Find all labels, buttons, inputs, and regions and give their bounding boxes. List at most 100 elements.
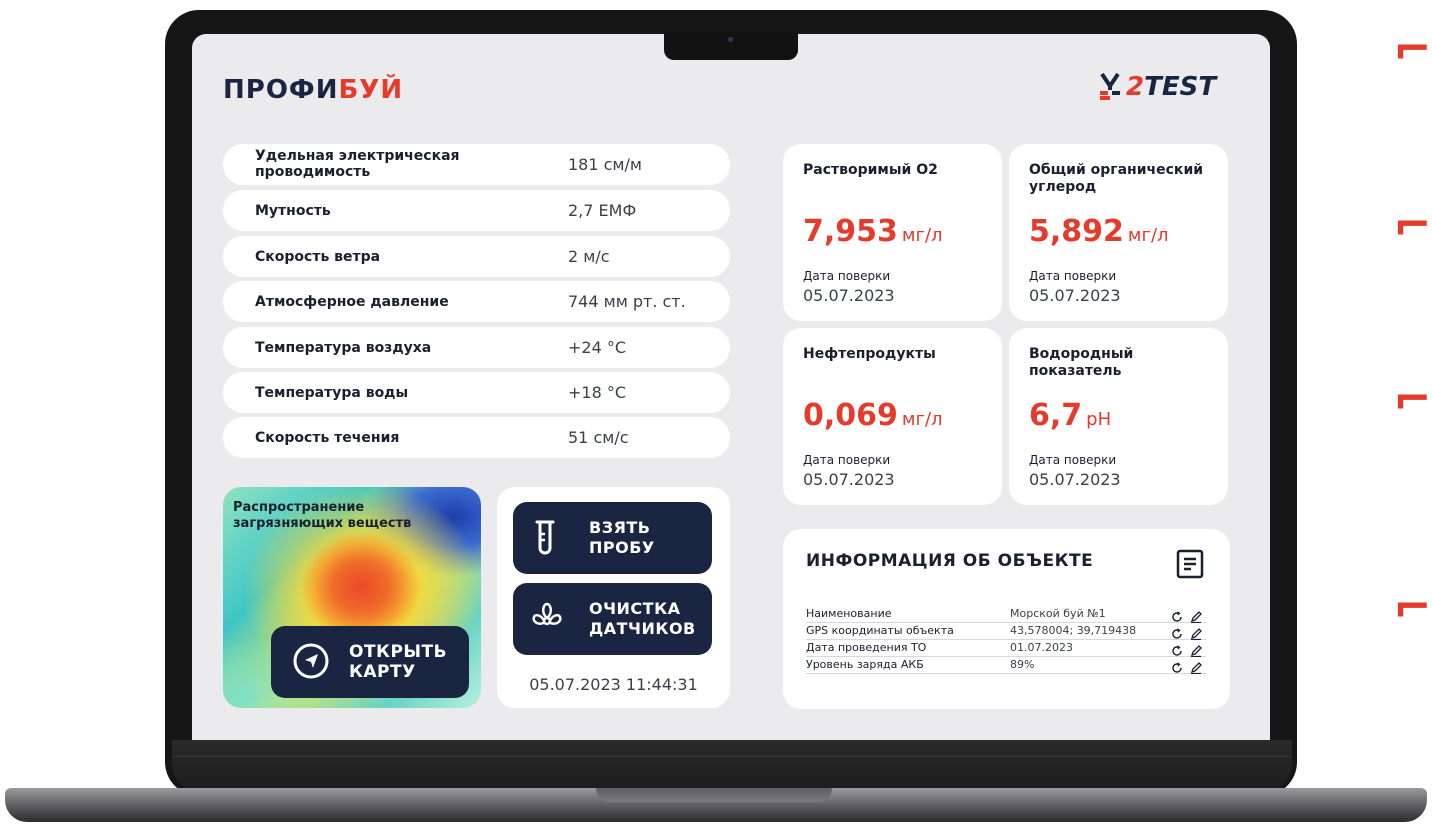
logo-mark-icon <box>1098 72 1122 102</box>
calibration-date: 05.07.2023 <box>803 470 895 489</box>
decor-mark-3: ⌐ <box>1393 372 1432 426</box>
param-value: 744 мм рт. ст. <box>568 292 686 311</box>
sensor-unit: мг/л <box>901 409 943 430</box>
sensor-card-oil-products: Нефтепродукты 0,069 мг/л Дата поверки 05.… <box>783 328 1002 505</box>
sensor-unit: pH <box>1086 409 1112 430</box>
laptop-base-notch <box>596 788 832 802</box>
param-label: Мутность <box>255 203 331 219</box>
calibration-label: Дата поверки <box>803 269 891 283</box>
param-label: Температура воздуха <box>255 340 432 356</box>
param-label: Атмосферное давление <box>255 294 449 310</box>
sensor-value: 6,7 pH <box>1029 398 1111 433</box>
sensor-card-ph: Водородный показатель 6,7 pH Дата поверки… <box>1009 328 1228 505</box>
param-value: 51 см/с <box>568 428 629 447</box>
clean-sensors-label: ОЧИСТКА ДАТЧИКОВ <box>589 599 696 638</box>
info-value: 01.07.2023 <box>1010 641 1073 654</box>
info-key: Уровень заряда АКБ <box>806 658 924 671</box>
sensor-number: 0,069 <box>803 398 898 433</box>
sensor-unit: мг/л <box>1127 225 1169 246</box>
calibration-label: Дата поверки <box>1029 269 1117 283</box>
open-map-button[interactable]: ОТКРЫТЬ КАРТУ <box>271 626 469 698</box>
refresh-icon[interactable] <box>1171 642 1183 656</box>
param-row-wind-speed: Скорость ветра 2 м/с <box>223 236 730 277</box>
timestamp: 05.07.2023 11:44:31 <box>529 675 698 694</box>
sensor-number: 7,953 <box>803 214 898 249</box>
info-value: Морской буй №1 <box>1010 607 1106 620</box>
sensor-name: Нефтепродукты <box>803 346 936 362</box>
param-row-turbidity: Мутность 2,7 ЕМФ <box>223 190 730 231</box>
param-label: Скорость ветра <box>255 249 381 265</box>
info-key: Наименование <box>806 607 892 620</box>
sensor-number: 5,892 <box>1029 214 1124 249</box>
actions-card: ВЗЯТЬ ПРОБУ ОЧИСТКА ДАТЧИКОВ 05.07.2023 … <box>497 487 730 708</box>
refresh-icon[interactable] <box>1171 659 1183 673</box>
object-info-title: ИНФОРМАЦИЯ ОБ ОБЪЕКТЕ <box>806 551 1094 571</box>
logo-part-1: ПРОФИ <box>223 75 339 105</box>
sensor-value: 7,953 мг/л <box>803 214 943 249</box>
info-key: GPS координаты объекта <box>806 624 954 637</box>
edit-pencil-icon[interactable] <box>1190 608 1202 624</box>
info-row-maintenance-date: Дата проведения ТО 01.07.2023 <box>806 640 1206 658</box>
info-value: 89% <box>1010 658 1035 671</box>
param-label: Скорость течения <box>255 430 400 446</box>
info-value: 43,578004; 39,719438 <box>1010 624 1137 637</box>
calibration-label: Дата поверки <box>803 453 891 467</box>
param-row-air-temp: Температура воздуха +24 °C <box>223 327 730 368</box>
sensor-name: Водородный показатель <box>1029 346 1134 379</box>
sensor-card-toc: Общий органический углерод 5,892 мг/л Дат… <box>1009 144 1228 321</box>
brand-logo-profibuy: ПРОФИБУЙ <box>223 75 403 105</box>
param-row-water-temp: Температура воды +18 °C <box>223 372 730 413</box>
open-map-label: ОТКРЫТЬ КАРТУ <box>349 642 448 682</box>
calibration-date: 05.07.2023 <box>1029 286 1121 305</box>
param-label: Температура воды <box>255 385 409 401</box>
info-row-gps: GPS координаты объекта 43,578004; 39,719… <box>806 623 1206 641</box>
logo-text: 2TEST <box>1126 72 1216 102</box>
edit-pencil-icon[interactable] <box>1190 625 1202 641</box>
calibration-date: 05.07.2023 <box>803 286 895 305</box>
info-row-battery: Уровень заряда АКБ 89% <box>806 657 1206 675</box>
clean-sensors-button[interactable]: ОЧИСТКА ДАТЧИКОВ <box>513 583 712 655</box>
test-tube-icon <box>529 518 565 558</box>
navigation-arrow-icon <box>292 642 330 680</box>
param-value: 181 см/м <box>568 155 642 174</box>
info-key: Дата проведения ТО <box>806 641 927 654</box>
sensor-name: Общий органический углерод <box>1029 162 1204 195</box>
param-value: 2 м/с <box>568 247 610 266</box>
sensor-name: Растворимый О2 <box>803 162 938 178</box>
param-row-pressure: Атмосферное давление 744 мм рт. ст. <box>223 281 730 322</box>
calibration-date: 05.07.2023 <box>1029 470 1121 489</box>
sensor-card-dissolved-o2: Растворимый О2 7,953 мг/л Дата поверки 05… <box>783 144 1002 321</box>
brand-logo-2test: 2TEST <box>1098 72 1216 102</box>
edit-pencil-icon[interactable] <box>1190 642 1202 658</box>
info-row-name: Наименование Морской буй №1 <box>806 606 1206 624</box>
param-value: +18 °C <box>568 383 627 402</box>
laptop-chin <box>172 740 1292 792</box>
take-sample-button[interactable]: ВЗЯТЬ ПРОБУ <box>513 502 712 574</box>
logo-2: 2 <box>1126 72 1145 102</box>
sensor-number: 6,7 <box>1029 398 1083 433</box>
decor-mark-2: ⌐ <box>1393 198 1432 252</box>
param-row-current-speed: Скорость течения 51 см/с <box>223 417 730 458</box>
refresh-icon[interactable] <box>1171 625 1183 639</box>
refresh-icon[interactable] <box>1171 608 1183 622</box>
sensor-unit: мг/л <box>901 225 943 246</box>
pollution-map-card: Распространение загрязняющих веществ ОТК… <box>223 487 481 708</box>
edit-pencil-icon[interactable] <box>1190 659 1202 675</box>
decor-mark-4: ⌐ <box>1393 580 1432 634</box>
decor-mark-1: ⌐ <box>1393 22 1432 76</box>
take-sample-label: ВЗЯТЬ ПРОБУ <box>589 518 655 557</box>
laptop-chin-line <box>172 756 1292 757</box>
param-value: +24 °C <box>568 338 627 357</box>
sensor-value: 0,069 мг/л <box>803 398 943 433</box>
stage: { "brand": { "logo_left_part1": "ПРОФИ",… <box>0 0 1432 828</box>
camera-icon <box>728 37 733 42</box>
calibration-label: Дата поверки <box>1029 453 1117 467</box>
document-icon[interactable] <box>1175 548 1205 580</box>
object-info-card: ИНФОРМАЦИЯ ОБ ОБЪЕКТЕ Наименование Морск… <box>783 529 1230 709</box>
sensor-value: 5,892 мг/л <box>1029 214 1169 249</box>
param-label: Удельная электрическая проводимость <box>255 148 460 180</box>
map-title: Распространение загрязняющих веществ <box>233 500 412 531</box>
param-value: 2,7 ЕМФ <box>568 201 637 220</box>
logo-test: TEST <box>1144 72 1217 102</box>
param-row-conductivity: Удельная электрическая проводимость 181 … <box>223 144 730 185</box>
